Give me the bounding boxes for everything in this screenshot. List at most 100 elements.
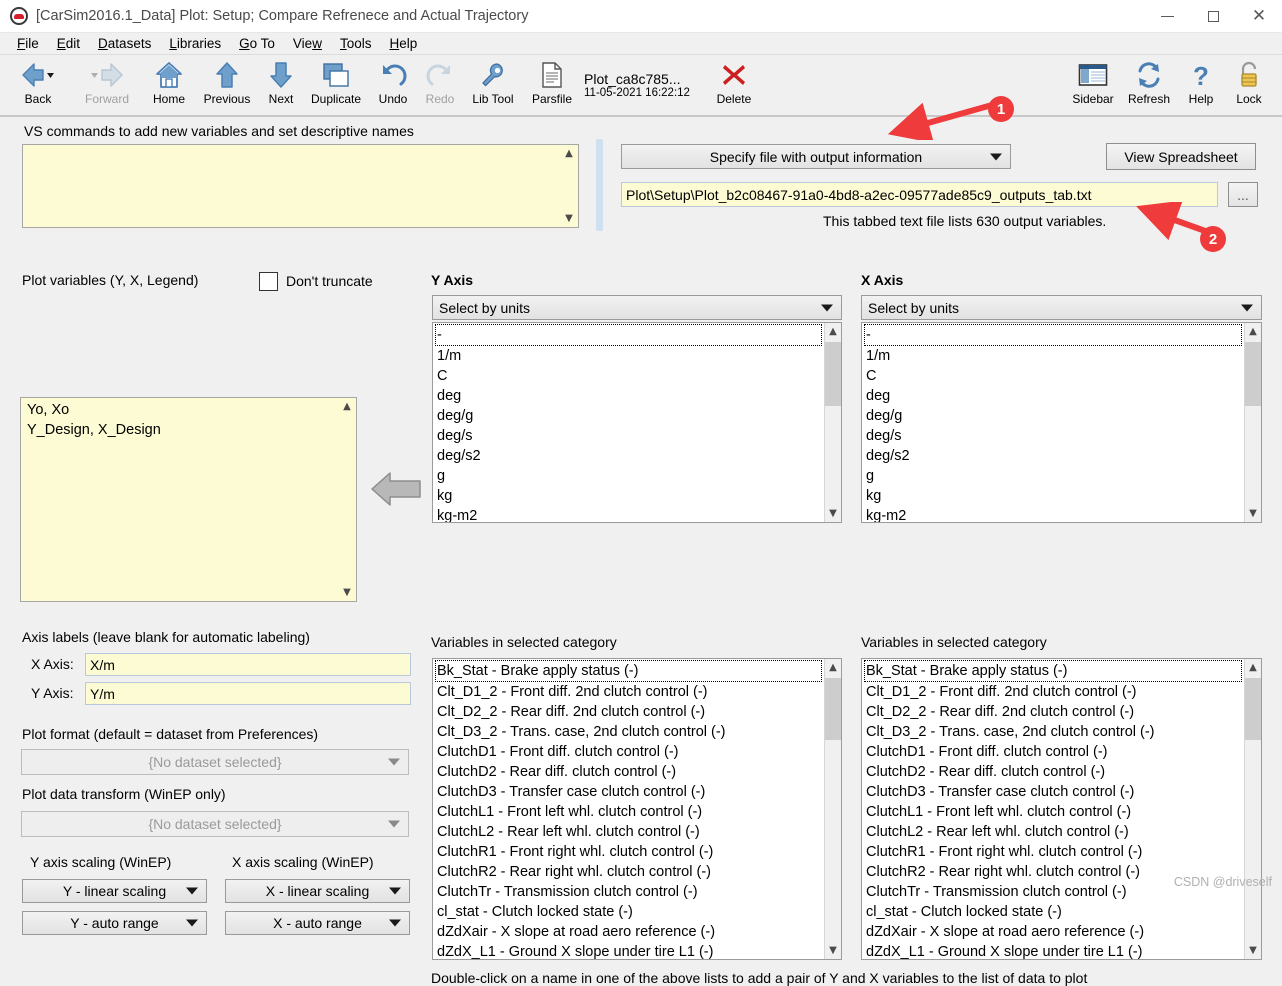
list-item[interactable]: ClutchR2 - Rear right whl. clutch contro… bbox=[435, 862, 822, 882]
y-range-dropdown[interactable]: Y - auto range bbox=[22, 911, 207, 935]
close-button[interactable]: ✕ bbox=[1236, 0, 1282, 32]
y-axis-variables-list[interactable]: Bk_Stat - Brake apply status (-) Clt_D1_… bbox=[432, 658, 842, 960]
list-item[interactable]: deg/s bbox=[435, 426, 822, 446]
toolbar-lock-button[interactable]: Lock bbox=[1226, 59, 1272, 106]
scroll-up-icon[interactable]: ▲ bbox=[339, 398, 355, 415]
plot-transform-dropdown[interactable]: {No dataset selected} bbox=[21, 811, 409, 837]
menu-help[interactable]: Help bbox=[380, 34, 426, 53]
menu-edit[interactable]: Edit bbox=[48, 34, 89, 53]
x-axis-variables-list[interactable]: Bk_Stat - Brake apply status (-) Clt_D1_… bbox=[861, 658, 1262, 960]
scroll-up-icon[interactable]: ▲ bbox=[825, 323, 841, 340]
list-item[interactable]: cl_stat - Clutch locked state (-) bbox=[435, 902, 822, 922]
y-axis-label-input[interactable] bbox=[85, 682, 411, 705]
list-item[interactable]: deg/s2 bbox=[435, 446, 822, 466]
x-axis-select-by-dropdown[interactable]: Select by units bbox=[861, 295, 1262, 320]
list-item[interactable]: ClutchD3 - Transfer case clutch control … bbox=[864, 782, 1242, 802]
list-item[interactable]: Clt_D1_2 - Front diff. 2nd clutch contro… bbox=[864, 682, 1242, 702]
toolbar-refresh-button[interactable]: Refresh bbox=[1122, 59, 1176, 106]
list-item[interactable]: deg/g bbox=[864, 406, 1242, 426]
toolbar-next-button[interactable]: Next bbox=[260, 59, 302, 106]
scroll-down-icon[interactable]: ▼ bbox=[825, 505, 841, 522]
list-item[interactable]: ClutchD3 - Transfer case clutch control … bbox=[435, 782, 822, 802]
scrollbar-thumb[interactable] bbox=[1245, 342, 1261, 406]
list-item[interactable]: Bk_Stat - Brake apply status (-) bbox=[864, 660, 1242, 682]
left-arrow-icon[interactable] bbox=[370, 467, 422, 511]
list-item[interactable]: ClutchR1 - Front right whl. clutch contr… bbox=[864, 842, 1242, 862]
list-item[interactable]: kg bbox=[864, 486, 1242, 506]
specify-output-file-dropdown[interactable]: Specify file with output information bbox=[621, 144, 1011, 169]
scroll-down-icon[interactable]: ▼ bbox=[561, 210, 577, 227]
x-scaling-dropdown[interactable]: X - linear scaling bbox=[225, 879, 410, 903]
toolbar-back-button[interactable]: Back bbox=[6, 59, 70, 106]
list-item[interactable]: ClutchL2 - Rear left whl. clutch control… bbox=[435, 822, 822, 842]
list-item[interactable]: Clt_D3_2 - Trans. case, 2nd clutch contr… bbox=[435, 722, 822, 742]
toolbar-duplicate-button[interactable]: Duplicate bbox=[304, 59, 368, 106]
toolbar-previous-button[interactable]: Previous bbox=[196, 59, 258, 106]
list-item[interactable]: Clt_D2_2 - Rear diff. 2nd clutch control… bbox=[864, 702, 1242, 722]
browse-file-button[interactable]: ... bbox=[1228, 182, 1258, 207]
plot-variables-list[interactable]: Yo, Xo Y_Design, X_Design ▲ ▼ bbox=[20, 397, 357, 602]
plot-variables-scrollbar[interactable]: ▲ ▼ bbox=[339, 398, 356, 601]
list-item[interactable]: Clt_D1_2 - Front diff. 2nd clutch contro… bbox=[435, 682, 822, 702]
list-item[interactable]: Yo, Xo bbox=[25, 400, 335, 420]
scroll-down-icon[interactable]: ▼ bbox=[825, 942, 841, 959]
menu-tools[interactable]: Tools bbox=[331, 34, 381, 53]
list-item[interactable]: ClutchTr - Transmission clutch control (… bbox=[435, 882, 822, 902]
toolbar-delete-button[interactable]: Delete bbox=[708, 59, 760, 106]
list-item[interactable]: deg/s bbox=[864, 426, 1242, 446]
list-item[interactable]: g bbox=[864, 466, 1242, 486]
dont-truncate-checkbox[interactable] bbox=[259, 272, 278, 291]
list-item[interactable]: 1/m bbox=[435, 346, 822, 366]
list-item[interactable]: ClutchL2 - Rear left whl. clutch control… bbox=[864, 822, 1242, 842]
list-item[interactable]: ClutchD2 - Rear diff. clutch control (-) bbox=[435, 762, 822, 782]
x-axis-label-input[interactable] bbox=[85, 653, 411, 676]
scrollbar-thumb[interactable] bbox=[825, 678, 841, 740]
menu-file[interactable]: File bbox=[8, 34, 48, 53]
y-scaling-dropdown[interactable]: Y - linear scaling bbox=[22, 879, 207, 903]
list-item[interactable]: dZdX_L1 - Ground X slope under tire L1 (… bbox=[435, 942, 822, 959]
list-item[interactable]: kg bbox=[435, 486, 822, 506]
toolbar-forward-button[interactable]: Forward bbox=[72, 59, 142, 106]
list-item[interactable]: kg-m2 bbox=[864, 506, 1242, 522]
menu-datasets[interactable]: Datasets bbox=[89, 34, 160, 53]
toolbar-lib-tool-button[interactable]: Lib Tool bbox=[464, 59, 522, 106]
toolbar-sidebar-button[interactable]: Sidebar bbox=[1066, 59, 1120, 106]
scroll-down-icon[interactable]: ▼ bbox=[339, 584, 355, 601]
list-item[interactable]: ClutchL1 - Front left whl. clutch contro… bbox=[864, 802, 1242, 822]
y-axis-units-scrollbar[interactable]: ▲ ▼ bbox=[824, 323, 841, 522]
vs-commands-scrollbar[interactable]: ▲ ▼ bbox=[561, 145, 578, 227]
menu-view[interactable]: View bbox=[284, 34, 331, 53]
y-axis-select-by-dropdown[interactable]: Select by units bbox=[432, 295, 842, 320]
x-axis-units-list[interactable]: - 1/m C deg deg/g deg/s deg/s2 g kg kg-m… bbox=[861, 322, 1262, 523]
list-item[interactable]: 1/m bbox=[864, 346, 1242, 366]
list-item[interactable]: deg bbox=[864, 386, 1242, 406]
list-item[interactable]: dZdXair - X slope at road aero reference… bbox=[864, 922, 1242, 942]
x-axis-variables-scrollbar[interactable]: ▲ ▼ bbox=[1244, 659, 1261, 959]
list-item[interactable]: Bk_Stat - Brake apply status (-) bbox=[435, 660, 822, 682]
x-range-dropdown[interactable]: X - auto range bbox=[225, 911, 410, 935]
scroll-down-icon[interactable]: ▼ bbox=[1245, 505, 1261, 522]
menu-goto[interactable]: Go To bbox=[230, 34, 284, 53]
list-item[interactable]: Y_Design, X_Design bbox=[25, 420, 335, 440]
list-item[interactable]: dZdXair - X slope at road aero reference… bbox=[435, 922, 822, 942]
plot-format-dropdown[interactable]: {No dataset selected} bbox=[21, 749, 409, 775]
list-item[interactable]: deg bbox=[435, 386, 822, 406]
scrollbar-thumb[interactable] bbox=[1245, 678, 1261, 740]
list-item[interactable]: C bbox=[435, 366, 822, 386]
scroll-down-icon[interactable]: ▼ bbox=[1245, 942, 1261, 959]
toolbar-home-button[interactable]: Home bbox=[144, 59, 194, 106]
toolbar-help-button[interactable]: ? Help bbox=[1178, 59, 1224, 106]
scroll-up-icon[interactable]: ▲ bbox=[825, 659, 841, 676]
toolbar-redo-button[interactable]: Redo bbox=[418, 59, 462, 106]
maximize-button[interactable] bbox=[1190, 0, 1236, 32]
y-axis-units-list[interactable]: - 1/m C deg deg/g deg/s deg/s2 g kg kg-m… bbox=[432, 322, 842, 523]
list-item[interactable]: - bbox=[435, 324, 822, 346]
list-item[interactable]: g bbox=[435, 466, 822, 486]
list-item[interactable]: deg/g bbox=[435, 406, 822, 426]
list-item[interactable]: Clt_D2_2 - Rear diff. 2nd clutch control… bbox=[435, 702, 822, 722]
list-item[interactable]: ClutchD1 - Front diff. clutch control (-… bbox=[435, 742, 822, 762]
output-file-path-input[interactable] bbox=[621, 182, 1218, 207]
minimize-button[interactable] bbox=[1144, 0, 1190, 32]
list-item[interactable]: ClutchR1 - Front right whl. clutch contr… bbox=[435, 842, 822, 862]
list-item[interactable]: ClutchL1 - Front left whl. clutch contro… bbox=[435, 802, 822, 822]
